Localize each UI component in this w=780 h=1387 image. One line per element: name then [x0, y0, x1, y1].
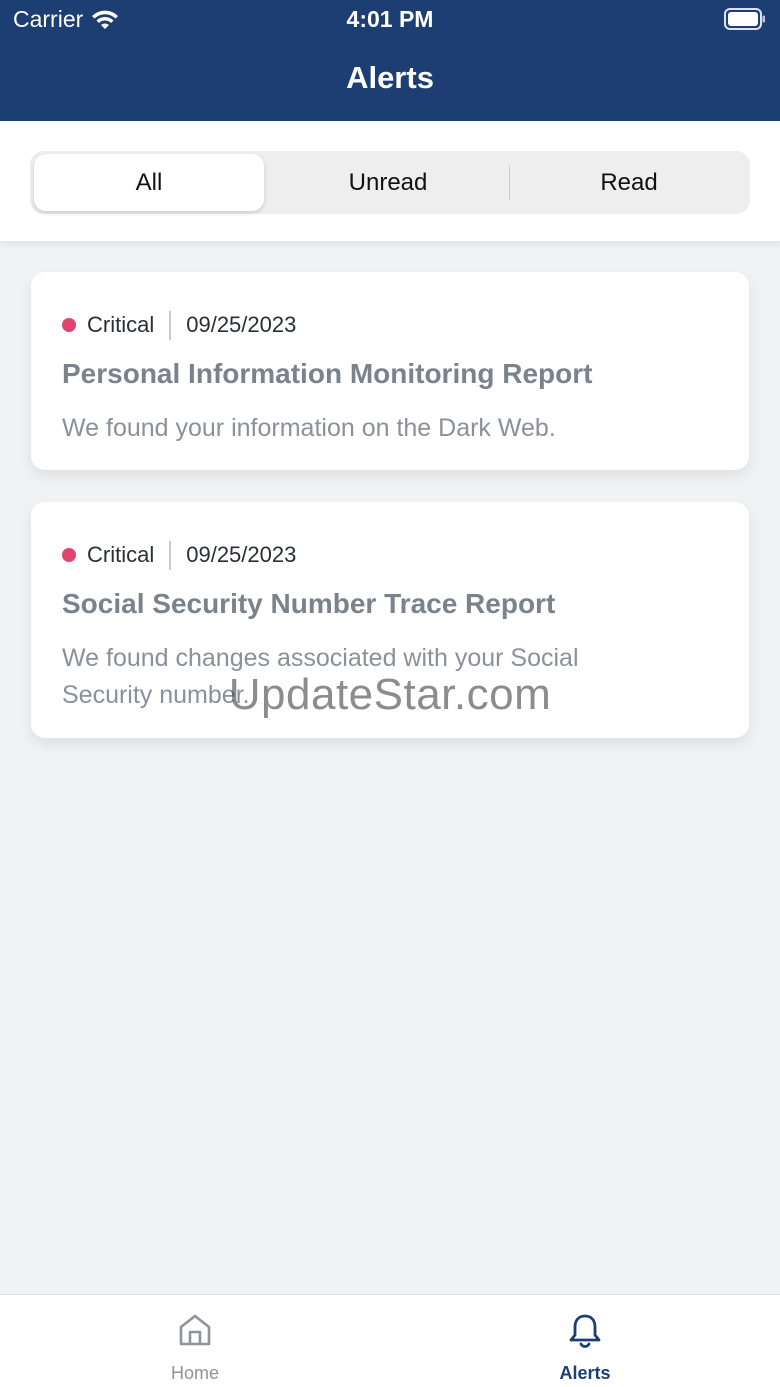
alert-description: We found your information on the Dark We… [62, 414, 556, 442]
app-header: Carrier 4:01 PM Alerts [0, 0, 780, 121]
alert-date: 09/25/2023 [186, 312, 297, 337]
filter-tab-unread[interactable]: Unread [270, 154, 506, 211]
bottom-tab-bar: Home Alerts [0, 1294, 780, 1387]
bell-icon [390, 1312, 780, 1350]
tab-alerts[interactable]: Alerts [390, 1295, 780, 1387]
alert-card[interactable]: Critical 09/25/2023 Social Security Numb… [31, 502, 749, 738]
filter-bar: All Unread Read [0, 121, 780, 241]
tab-alerts-label: Alerts [559, 1363, 611, 1383]
tab-home[interactable]: Home [0, 1295, 390, 1387]
alert-date: 09/25/2023 [186, 542, 297, 567]
alert-severity: Critical [87, 312, 155, 337]
alert-meta: Critical 09/25/2023 [62, 310, 296, 340]
alert-card[interactable]: Critical 09/25/2023 Personal Information… [31, 272, 749, 470]
meta-divider [169, 540, 172, 570]
home-icon [0, 1312, 390, 1348]
meta-divider [169, 310, 172, 340]
severity-dot-icon [62, 318, 76, 332]
filter-tab-all[interactable]: All [34, 154, 264, 211]
alert-meta: Critical 09/25/2023 [62, 540, 296, 570]
alert-title: Social Security Number Trace Report [62, 588, 556, 619]
alert-filter-segmented-control: All Unread Read [30, 151, 750, 214]
battery-icon [724, 8, 766, 30]
status-bar: Carrier 4:01 PM [0, 0, 780, 40]
severity-dot-icon [62, 548, 76, 562]
segment-divider [509, 165, 510, 200]
page-title: Alerts [346, 60, 434, 95]
alert-description: We found changes associated with your So… [62, 644, 579, 709]
alert-title: Personal Information Monitoring Report [62, 358, 593, 389]
alert-severity: Critical [87, 542, 155, 567]
tab-home-label: Home [170, 1363, 219, 1383]
filter-tab-read[interactable]: Read [512, 154, 746, 211]
status-time: 4:01 PM [346, 6, 434, 32]
